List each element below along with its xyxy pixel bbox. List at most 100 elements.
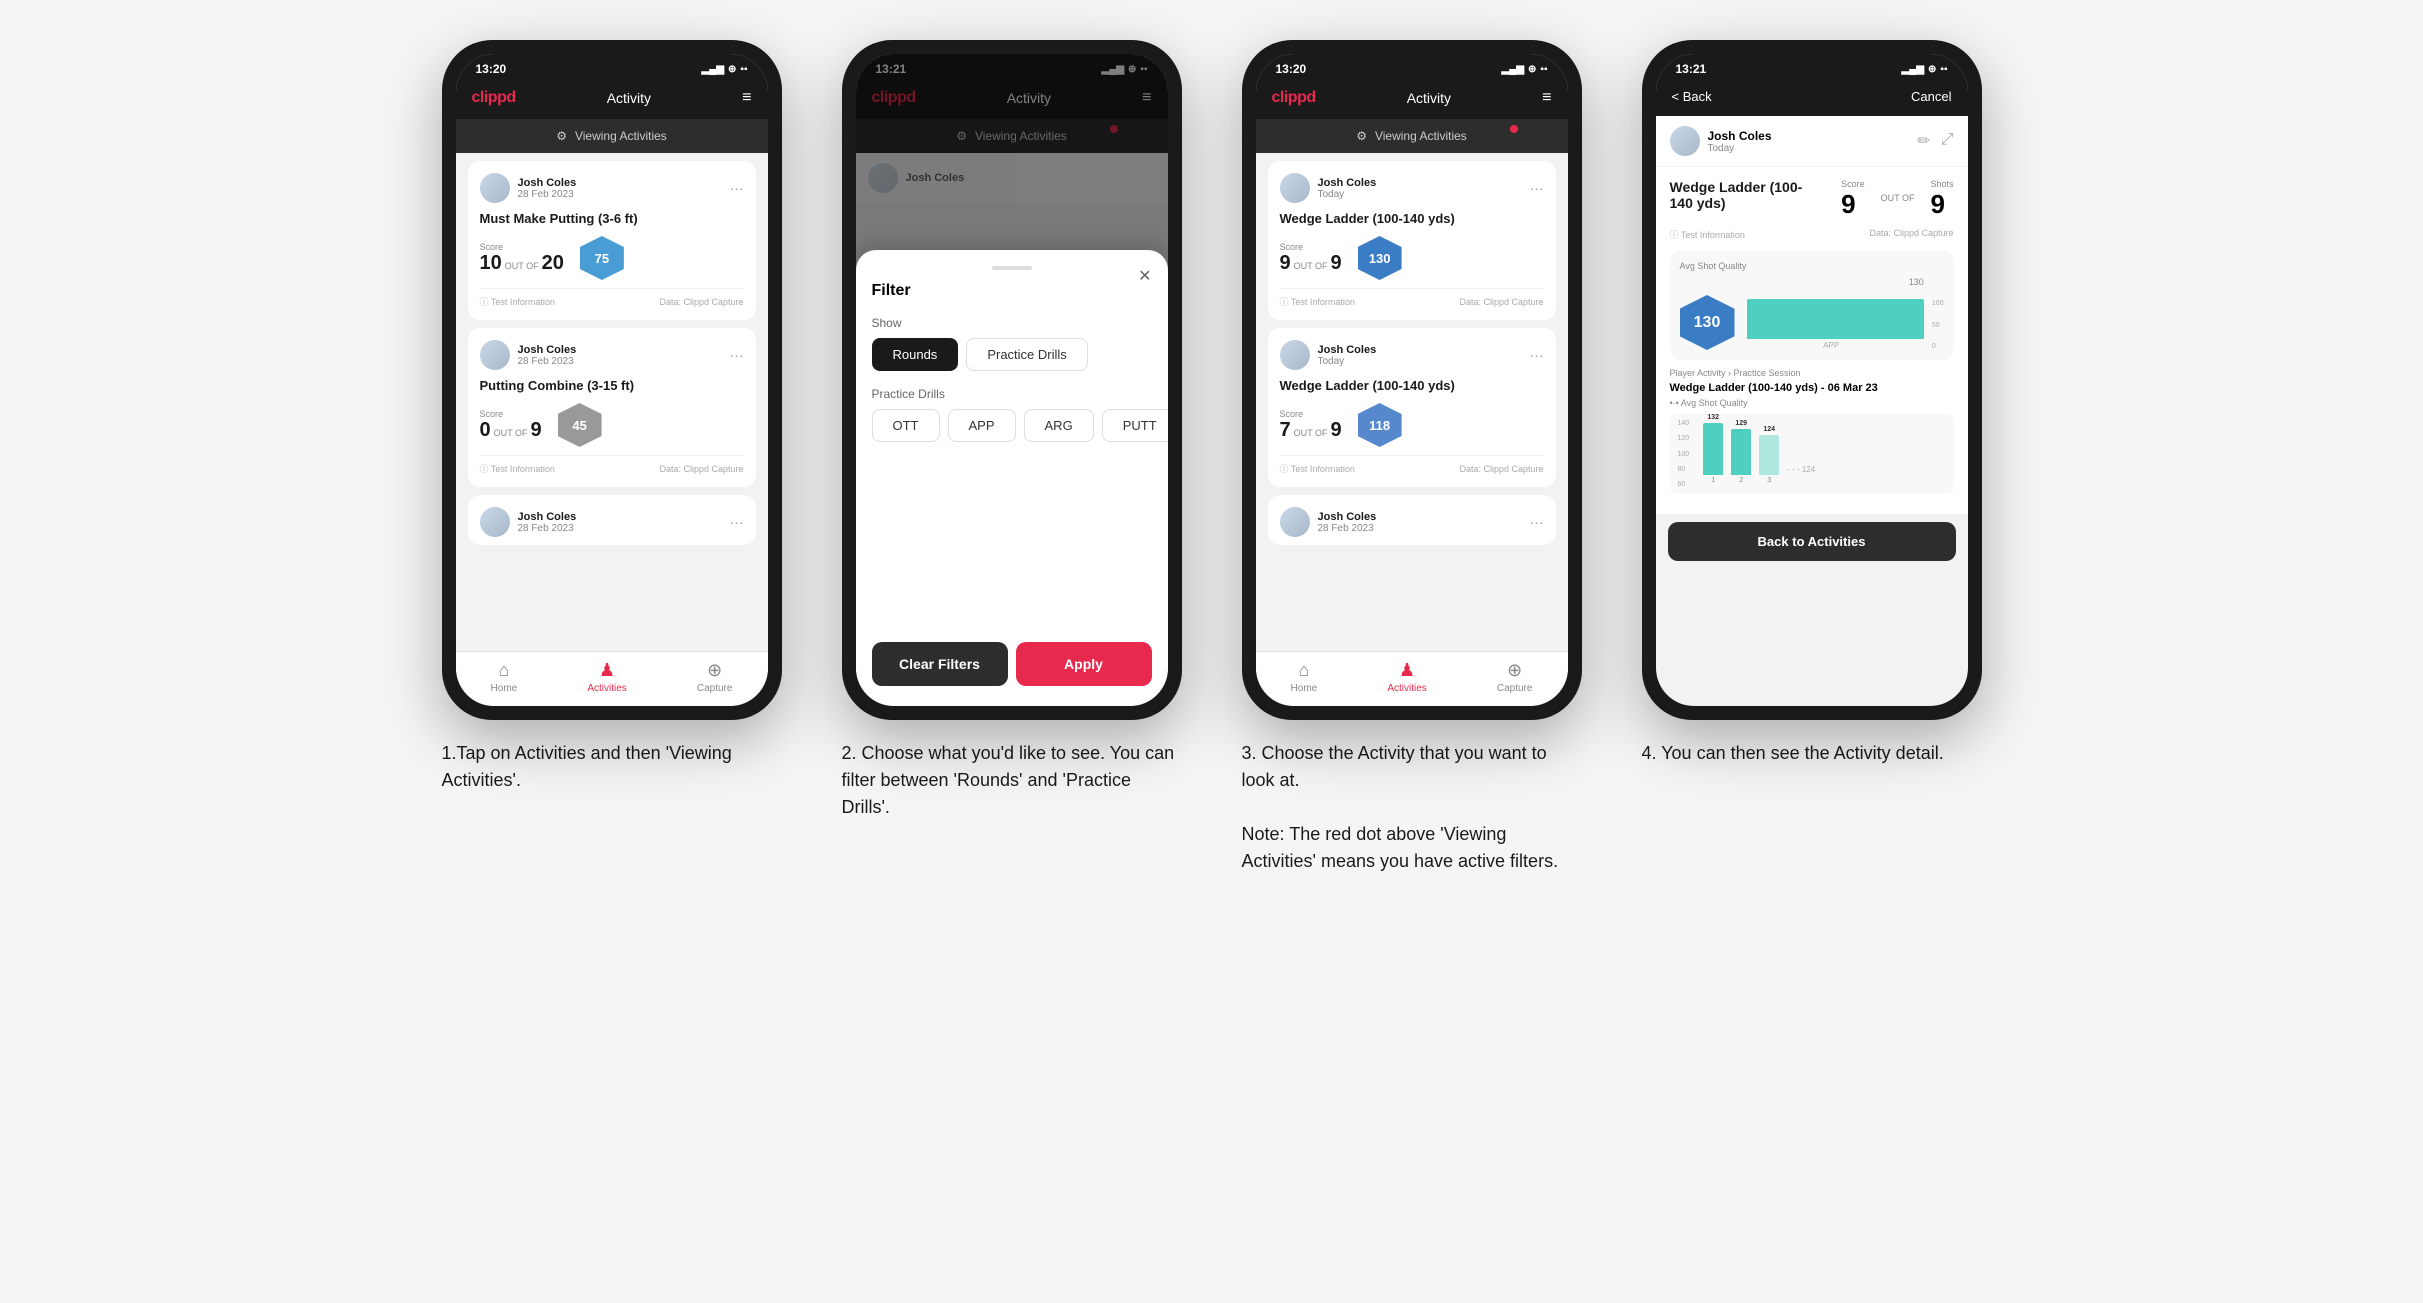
- activity-card-3-3[interactable]: Josh Coles 28 Feb 2023 ···: [1268, 495, 1556, 545]
- ott-pill-2[interactable]: OTT: [872, 409, 940, 442]
- avatar-1-2: [480, 340, 510, 370]
- viewing-banner-1[interactable]: ⚙ Viewing Activities: [456, 119, 768, 153]
- wifi-icon-3: ⊕: [1528, 64, 1536, 75]
- phone1-container: 13:20 ▂▄▆ ⊕ ▪▪ clippd Activity ≡: [427, 40, 797, 794]
- session-label-4: Player Activity › Practice Session: [1670, 368, 1954, 378]
- y-60: 60: [1678, 481, 1690, 488]
- filter-modal-2: ✕ Filter Show Rounds Practice Drills Pra…: [856, 250, 1168, 706]
- gear-icon-1: ⚙: [556, 129, 567, 143]
- rounds-pill-2[interactable]: Rounds: [872, 338, 959, 371]
- home-label-3: Home: [1291, 683, 1318, 694]
- nav-capture-1[interactable]: ⊕ Capture: [697, 660, 733, 694]
- y-140: 140: [1678, 420, 1690, 427]
- activity-card-3-1[interactable]: Josh Coles Today ··· Wedge Ladder (100-1…: [1268, 161, 1556, 320]
- detail-user-row-4: Josh Coles Today ✏ ⤢: [1656, 116, 1968, 167]
- bar-4-2: [1731, 429, 1751, 475]
- app-nav-title-1: Activity: [607, 90, 651, 106]
- putt-pill-2[interactable]: PUTT: [1102, 409, 1168, 442]
- caption-3: 3. Choose the Activity that you want to …: [1242, 740, 1582, 875]
- signal-icon-1: ▂▄▆: [702, 64, 724, 75]
- shots-value-3-2: 9: [1330, 419, 1341, 442]
- activity-card-1-1[interactable]: Josh Coles 28 Feb 2023 ··· Must Make Put…: [468, 161, 756, 320]
- footer-info-3-2: ⓘ Test Information: [1280, 462, 1355, 475]
- dots-menu-3-3[interactable]: ···: [1530, 514, 1544, 530]
- activities-scroll-1: Josh Coles 28 Feb 2023 ··· Must Make Put…: [456, 153, 768, 651]
- detail-data-source-4: Data: Clippd Capture: [1869, 228, 1953, 241]
- user-date-3-1: Today: [1318, 189, 1377, 200]
- dots-menu-1-3[interactable]: ···: [730, 514, 744, 530]
- card-user-1-1: Josh Coles 28 Feb 2023: [480, 173, 577, 203]
- apply-btn-2[interactable]: Apply: [1016, 642, 1152, 686]
- detail-shots-label-4: Shots: [1930, 179, 1953, 189]
- caption-1: 1.Tap on Activities and then 'Viewing Ac…: [442, 740, 782, 794]
- practice-drills-pill-2[interactable]: Practice Drills: [966, 338, 1087, 371]
- nav-activities-1[interactable]: ♟ Activities: [587, 660, 626, 694]
- show-pills-2: Rounds Practice Drills: [872, 338, 1152, 371]
- session-title-4: Wedge Ladder (100-140 yds) - 06 Mar 23: [1670, 382, 1954, 394]
- arg-pill-2[interactable]: ARG: [1024, 409, 1094, 442]
- nav-capture-3[interactable]: ⊕ Capture: [1497, 660, 1533, 694]
- user-date-1-2: 28 Feb 2023: [518, 356, 577, 367]
- activity-card-1-3[interactable]: Josh Coles 28 Feb 2023 ···: [468, 495, 756, 545]
- y-axis-0-4: 0: [1932, 343, 1944, 350]
- phone2: 13:21 ▂▄▆ ⊕ ▪▪ clippd Activity ≡: [842, 40, 1182, 720]
- footer-data-3-1: Data: Clippd Capture: [1459, 297, 1543, 307]
- card-user-3-2: Josh Coles Today: [1280, 340, 1377, 370]
- home-icon-3: ⌂: [1298, 660, 1309, 681]
- activity-card-1-2[interactable]: Josh Coles 28 Feb 2023 ··· Putting Combi…: [468, 328, 756, 487]
- activity-card-3-2[interactable]: Josh Coles Today ··· Wedge Ladder (100-1…: [1268, 328, 1556, 487]
- outof-3-2: OUT OF: [1294, 428, 1328, 438]
- card-title-3-1: Wedge Ladder (100-140 yds): [1280, 211, 1544, 226]
- dashed-line-label-4: - - - 124: [1787, 465, 1815, 474]
- expand-icon-4[interactable]: ⤢: [1941, 131, 1954, 151]
- card-title-3-2: Wedge Ladder (100-140 yds): [1280, 378, 1544, 393]
- clear-filters-btn-2[interactable]: Clear Filters: [872, 642, 1008, 686]
- status-icons-1: ▂▄▆ ⊕ ▪▪: [702, 64, 748, 75]
- detail-user-date-4: Today: [1708, 143, 1772, 154]
- edit-icon-4[interactable]: ✏: [1917, 131, 1930, 151]
- hamburger-icon-3[interactable]: ≡: [1542, 89, 1551, 107]
- nav-home-3[interactable]: ⌂ Home: [1291, 660, 1318, 694]
- capture-icon-3: ⊕: [1507, 660, 1522, 681]
- back-to-activities-btn-4[interactable]: Back to Activities: [1668, 522, 1956, 561]
- viewing-activities-label-1: Viewing Activities: [575, 129, 667, 143]
- nav-home-1[interactable]: ⌂ Home: [491, 660, 518, 694]
- avatar-3-1: [1280, 173, 1310, 203]
- chart-x-label-4: APP: [1823, 341, 1839, 350]
- avatar-1-3: [480, 507, 510, 537]
- score-label-3-1: Score: [1280, 242, 1342, 252]
- score-value-1-2: 0: [480, 419, 491, 442]
- app-pill-2[interactable]: APP: [948, 409, 1016, 442]
- shots-value-1-2: 9: [530, 419, 541, 442]
- nav-activities-3[interactable]: ♟ Activities: [1387, 660, 1426, 694]
- footer-data-1-2: Data: Clippd Capture: [659, 464, 743, 474]
- avg-sq-section-4: Avg Shot Quality 130 130: [1670, 251, 1954, 360]
- footer-data-1-1: Data: Clippd Capture: [659, 297, 743, 307]
- battery-icon-1: ▪▪: [740, 64, 747, 75]
- user-name-3-1: Josh Coles: [1318, 177, 1377, 189]
- hamburger-icon-1[interactable]: ≡: [742, 89, 751, 107]
- y-120: 120: [1678, 435, 1690, 442]
- avg-sq-label-4: Avg Shot Quality: [1680, 261, 1944, 271]
- filter-close-btn-2[interactable]: ✕: [1138, 266, 1151, 286]
- detail-user-name-4: Josh Coles: [1708, 129, 1772, 143]
- user-date-1-3: 28 Feb 2023: [518, 523, 577, 534]
- back-btn-4[interactable]: < Back: [1672, 89, 1712, 104]
- footer-data-3-2: Data: Clippd Capture: [1459, 464, 1543, 474]
- dots-menu-3-2[interactable]: ···: [1530, 347, 1544, 363]
- viewing-banner-3[interactable]: ⚙ Viewing Activities: [1256, 119, 1568, 153]
- dots-menu-1-1[interactable]: ···: [730, 180, 744, 196]
- wifi-icon-1: ⊕: [728, 64, 736, 75]
- y-axis-50-4: 50: [1932, 322, 1944, 329]
- cancel-btn-4[interactable]: Cancel: [1911, 89, 1951, 104]
- dots-menu-1-2[interactable]: ···: [730, 347, 744, 363]
- status-bar-1: 13:20 ▂▄▆ ⊕ ▪▪: [456, 54, 768, 81]
- capture-label-1: Capture: [697, 683, 733, 694]
- filter-actions-2: Clear Filters Apply: [872, 642, 1152, 686]
- bar-4-1: [1703, 423, 1723, 475]
- score-label-3-2: Score: [1280, 409, 1342, 419]
- bottom-nav-3: ⌂ Home ♟ Activities ⊕ Capture: [1256, 651, 1568, 706]
- detail-bar-chart-4: 140 120 100 80 60 132: [1670, 414, 1954, 494]
- dots-menu-3-1[interactable]: ···: [1530, 180, 1544, 196]
- viewing-activities-label-3: Viewing Activities: [1375, 129, 1467, 143]
